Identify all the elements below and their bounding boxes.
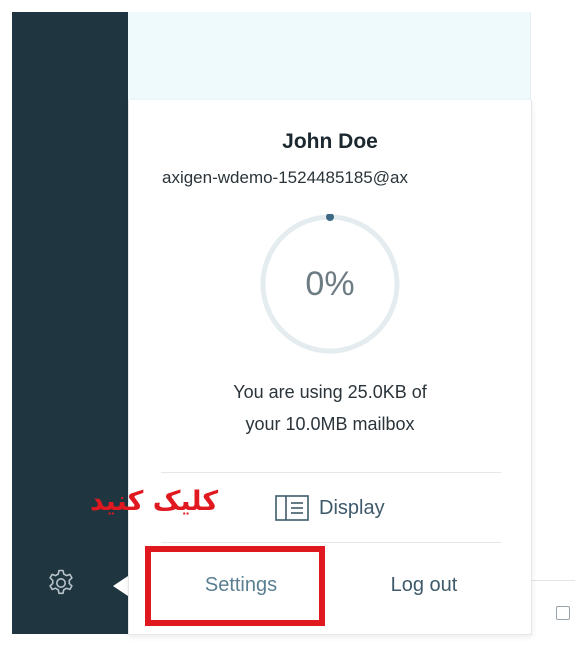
user-name: John Doe [282,130,378,153]
header-bar [128,12,530,100]
logout-button[interactable]: Log out [339,552,509,618]
user-email: axigen-wdemo-1524485185@ax [162,168,408,187]
display-label: Display [319,496,385,519]
settings-button[interactable]: Settings [153,552,329,618]
usage-line-1: You are using 25.0KB of [233,382,427,402]
account-popup: John Doe axigen-wdemo-1524485185@ax 0% Y… [128,100,532,635]
gear-icon [49,569,73,595]
divider [530,12,531,100]
row-checkbox[interactable] [556,606,570,620]
divider [161,472,501,473]
usage-line-2: your 10.0MB mailbox [245,414,415,434]
divider [161,542,501,543]
divider [530,580,575,581]
list-icon [275,495,309,521]
popup-pointer [113,576,128,596]
storage-usage-text: You are using 25.0KB of your 10.0MB mail… [129,376,531,440]
left-sidebar [12,12,128,634]
settings-gear-button[interactable] [44,566,78,600]
storage-percent: 0% [305,264,355,303]
click-here-annotation: کلیک کنید [90,486,219,517]
display-button[interactable]: Display [275,488,385,528]
